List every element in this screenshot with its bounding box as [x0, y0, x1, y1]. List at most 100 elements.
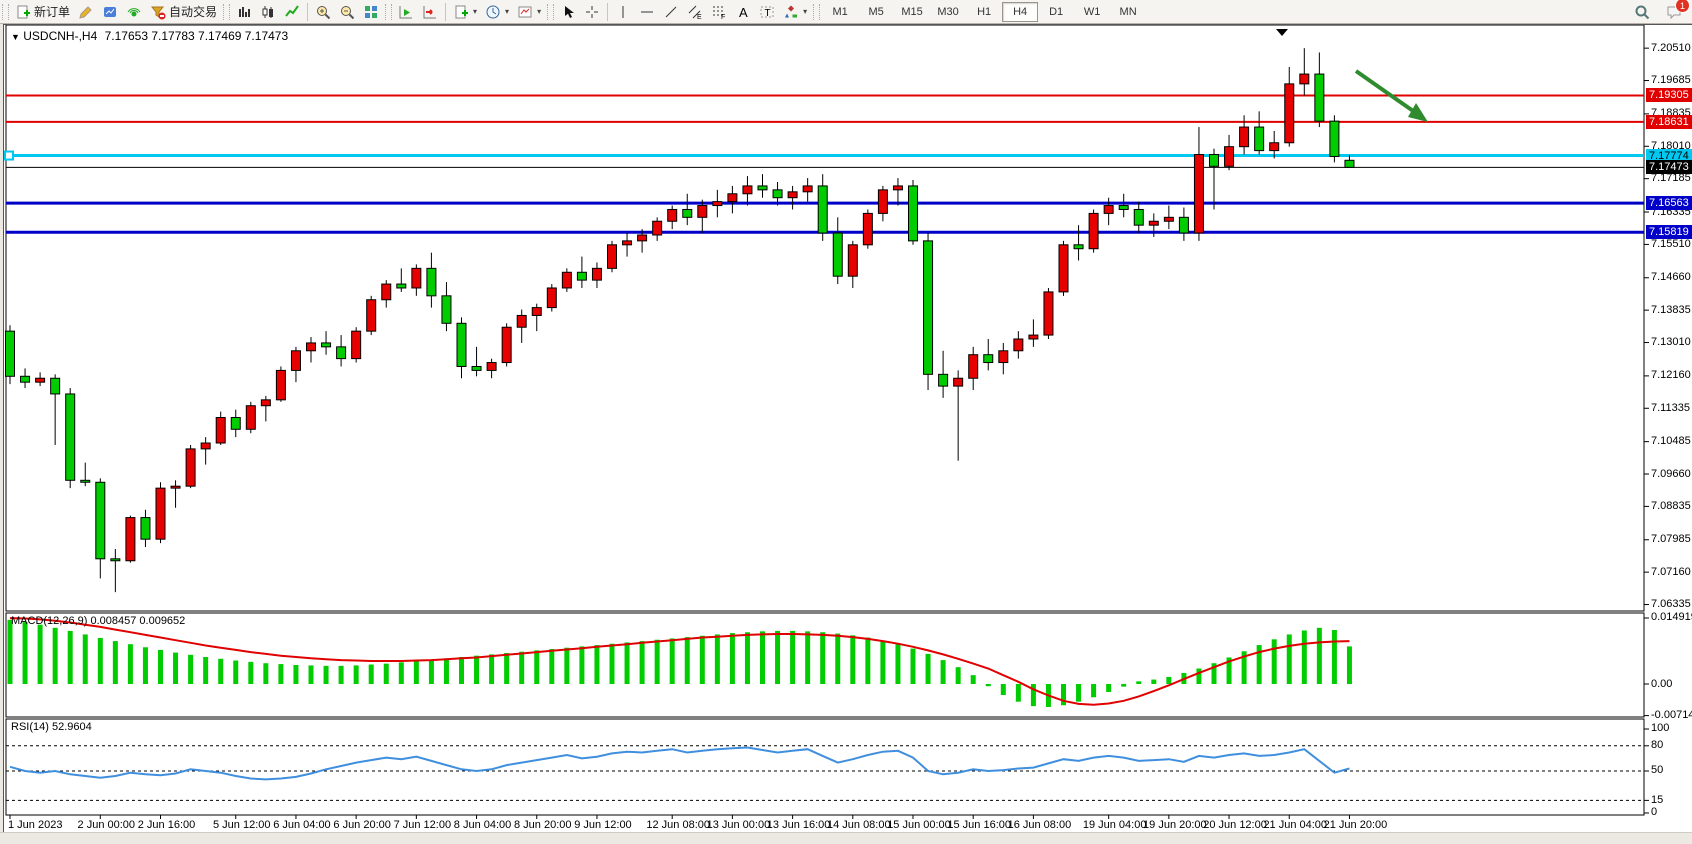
chart-title-caret-icon[interactable]: ▼	[11, 32, 20, 42]
candle-body	[1194, 155, 1203, 233]
trendline-tool-button[interactable]	[659, 1, 683, 23]
macd-hist-bar	[1136, 681, 1141, 684]
zoom-out-button[interactable]	[335, 1, 359, 23]
candle-body	[126, 518, 135, 561]
shapes-tool-button[interactable]: ▾	[779, 1, 811, 23]
signals-button[interactable]	[122, 1, 146, 23]
price-tag-7.19305: 7.19305	[1646, 88, 1692, 102]
indicators-button[interactable]: ▾	[449, 1, 481, 23]
toolbar-grip[interactable]	[813, 4, 820, 20]
timeframe-button-m1[interactable]: M1	[822, 2, 858, 22]
svg-text:F: F	[721, 14, 725, 20]
timeframe-toolbar: M1M5M15M30H1H4D1W1MN	[822, 2, 1146, 22]
macd-hist-bar	[971, 675, 976, 684]
search-button[interactable]	[1630, 1, 1654, 23]
toolbar-grip[interactable]	[223, 4, 230, 20]
chart-shift-button[interactable]	[394, 1, 418, 23]
candle-body	[51, 378, 60, 394]
auto-trading-button[interactable]: 自动交易	[146, 1, 221, 23]
candle-body	[638, 235, 647, 241]
macd-hist-bar	[444, 658, 449, 684]
timeframe-button-m5[interactable]: M5	[858, 2, 894, 22]
cursor-icon	[560, 4, 576, 20]
auto-trading-label: 自动交易	[169, 3, 217, 20]
price-axis-label: 7.15510	[1651, 238, 1691, 250]
candle-body	[803, 186, 812, 192]
candle-body	[457, 323, 466, 366]
macd-hist-bar	[685, 637, 690, 684]
candle-body	[893, 186, 902, 190]
chart-candles-button[interactable]	[256, 1, 280, 23]
market-watch-button[interactable]	[74, 1, 98, 23]
hline-tool-button[interactable]	[635, 1, 659, 23]
price-axis-label: 7.08835	[1651, 500, 1691, 512]
macd-hist-bar	[218, 659, 223, 684]
trendline-icon	[663, 4, 679, 20]
macd-hist-bar	[730, 633, 735, 684]
fibonacci-tool-button[interactable]: F	[707, 1, 731, 23]
timeframe-button-mn[interactable]: MN	[1110, 2, 1146, 22]
chart-canvas[interactable]	[4, 25, 1692, 832]
timeframe-button-m30[interactable]: M30	[930, 2, 966, 22]
periods-button[interactable]: ▾	[481, 1, 513, 23]
macd-hist-bar	[489, 654, 494, 684]
timeframe-button-h1[interactable]: H1	[966, 2, 1002, 22]
label-tool-button[interactable]: T	[755, 1, 779, 23]
macd-hist-bar	[610, 644, 615, 684]
cursor-tool-button[interactable]	[556, 1, 580, 23]
macd-hist-bar	[1317, 628, 1322, 684]
hline-handle[interactable]	[5, 152, 13, 160]
chart-bars-button[interactable]	[232, 1, 256, 23]
chat-button[interactable]: 1	[1662, 1, 1686, 23]
candle-body	[728, 194, 737, 202]
timeframe-button-h4[interactable]: H4	[1002, 2, 1038, 22]
rsi-axis-label: 15	[1651, 794, 1663, 806]
macd-hist-bar	[143, 647, 148, 684]
timeframe-button-w1[interactable]: W1	[1074, 2, 1110, 22]
rsi-axis-label: 80	[1651, 739, 1663, 751]
macd-hist-bar	[459, 657, 464, 684]
vertical-line-icon	[615, 4, 631, 20]
chart-line-button[interactable]	[280, 1, 304, 23]
macd-hist-bar	[564, 648, 569, 684]
toolbar-grip[interactable]	[547, 4, 554, 20]
chart-title: ▼ USDCNH-,H4 7.17653 7.17783 7.17469 7.1…	[11, 29, 288, 43]
crosshair-icon	[584, 4, 600, 20]
line-chart-icon	[284, 4, 300, 20]
auto-scroll-button[interactable]	[418, 1, 442, 23]
candle-body	[592, 268, 601, 280]
candle-body	[231, 417, 240, 429]
tile-windows-button[interactable]	[359, 1, 383, 23]
toolbar-grip[interactable]	[2, 4, 9, 20]
shapes-icon	[783, 4, 799, 20]
crosshair-tool-button[interactable]	[580, 1, 604, 23]
data-window-button[interactable]	[98, 1, 122, 23]
macd-hist-bar	[414, 661, 419, 684]
macd-hist-bar	[715, 634, 720, 684]
templates-button[interactable]: ▾	[513, 1, 545, 23]
timeframe-button-d1[interactable]: D1	[1038, 2, 1074, 22]
channel-tool-button[interactable]: E	[683, 1, 707, 23]
macd-hist-bar	[399, 662, 404, 684]
chart-area[interactable]: ▼ USDCNH-,H4 7.17653 7.17783 7.17469 7.1…	[3, 24, 1692, 832]
timeframe-button-m15[interactable]: M15	[894, 2, 930, 22]
macd-hist-bar	[384, 664, 389, 684]
price-axis-label: 7.10485	[1651, 435, 1691, 447]
candle-body	[848, 245, 857, 276]
candle-body	[547, 288, 556, 308]
candle-body	[818, 186, 827, 233]
candle-body	[863, 213, 872, 244]
zoom-in-button[interactable]	[311, 1, 335, 23]
main-pane[interactable]	[6, 25, 1644, 611]
macd-hist-bar	[68, 631, 73, 684]
macd-hist-bar	[98, 638, 103, 684]
vline-tool-button[interactable]	[611, 1, 635, 23]
macd-hist-bar	[83, 634, 88, 684]
toolbar-grip[interactable]	[385, 4, 392, 20]
macd-hist-bar	[926, 654, 931, 684]
new-order-button[interactable]: 新订单	[11, 1, 74, 23]
text-tool-button[interactable]: A	[731, 1, 755, 23]
candle-body	[1345, 160, 1354, 167]
macd-hist-bar	[670, 638, 675, 684]
chart-quote-ohlc: 7.17653 7.17783 7.17469 7.17473	[105, 29, 289, 43]
